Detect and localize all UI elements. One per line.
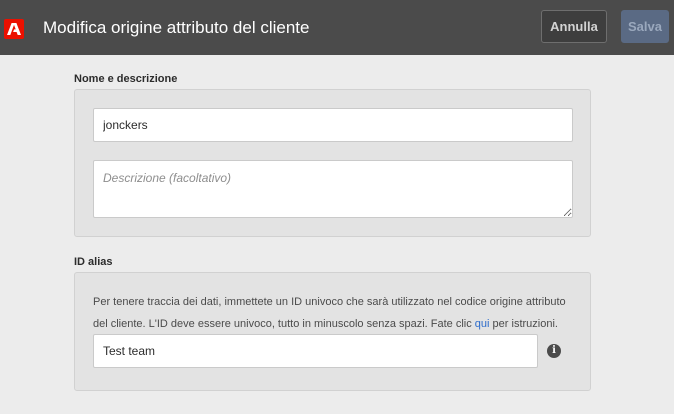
cancel-button[interactable]: Annulla: [541, 10, 607, 43]
name-field[interactable]: [93, 108, 573, 142]
save-button[interactable]: Salva: [621, 10, 669, 43]
name-panel: [74, 89, 591, 237]
adobe-logo-icon: [4, 19, 24, 39]
alias-id-field[interactable]: [93, 334, 538, 368]
help-text-after: per istruzioni.: [489, 318, 558, 330]
alias-section-label: ID alias: [74, 256, 113, 268]
instructions-link[interactable]: qui: [475, 318, 490, 330]
info-icon[interactable]: i: [547, 344, 561, 358]
page-title: Modifica origine attributo del cliente: [43, 18, 310, 37]
alias-help-text: Per tenere traccia dei dati, immettete u…: [93, 291, 578, 335]
alias-panel: Per tenere traccia dei dati, immettete u…: [74, 272, 591, 391]
header-bar: Modifica origine attributo del cliente A…: [0, 0, 674, 55]
name-section-label: Nome e descrizione: [74, 73, 178, 85]
description-field[interactable]: [93, 160, 573, 218]
